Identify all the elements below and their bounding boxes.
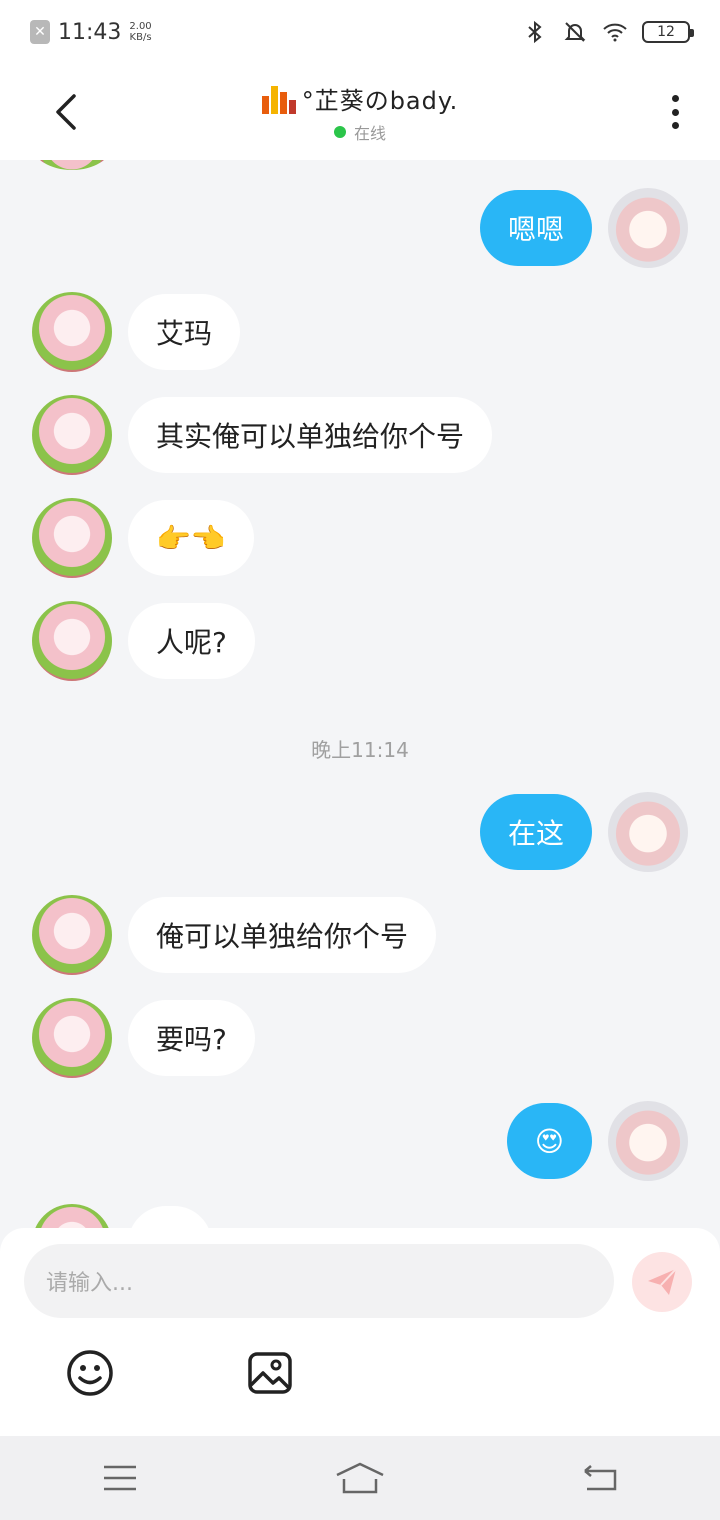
message-row: 在这 [479, 792, 688, 872]
message-bubble[interactable]: 嗯嗯 [479, 190, 592, 266]
message-bubble[interactable]: 👉👈 [128, 500, 254, 576]
message-bubble[interactable]: 在这 [479, 794, 592, 870]
message-row: 艾玛 [32, 292, 241, 372]
input-bar: 请输入... [0, 1228, 720, 1436]
avatar[interactable] [32, 895, 112, 975]
emoji-icon[interactable] [65, 1348, 115, 1398]
avatar[interactable] [32, 998, 112, 1078]
message-bubble[interactable]: 人呢? [128, 603, 255, 679]
image-icon[interactable] [245, 1348, 295, 1398]
message-row: 👉👈 [32, 498, 254, 578]
time-divider: 晚上11:14 [311, 738, 409, 762]
message-bubble[interactable]: 俺可以单独给你个号 [128, 897, 437, 973]
message-row [32, 1204, 212, 1228]
avatar[interactable] [32, 160, 112, 170]
notification-close-icon: ✕ [30, 20, 50, 44]
mute-bell-icon [562, 19, 588, 45]
menu-icon[interactable] [95, 1458, 145, 1498]
message-input[interactable]: 请输入... [24, 1244, 614, 1318]
status-time: 11:43 [58, 19, 122, 45]
message-bubble[interactable]: 要吗? [128, 1000, 255, 1076]
online-status: 在线 [333, 120, 386, 144]
avatar[interactable] [32, 395, 112, 475]
avatar[interactable] [32, 498, 112, 578]
message-row: 😍 [506, 1101, 688, 1181]
chat-title: °芷葵のbady. [301, 86, 459, 115]
avatar[interactable] [32, 1204, 112, 1228]
back-icon[interactable] [575, 1458, 625, 1498]
system-nav-bar [0, 1436, 720, 1520]
send-icon[interactable] [632, 1252, 692, 1312]
message-bubble[interactable] [128, 1206, 212, 1228]
online-dot-icon [333, 125, 346, 138]
city-logo-icon [261, 82, 298, 114]
wifi-icon [602, 19, 628, 45]
network-speed: 2.00 KB/s [129, 21, 152, 43]
chat-header: °芷葵のbady. 在线 [0, 64, 720, 160]
message-bubble[interactable]: 😍 [506, 1103, 592, 1179]
message-row: 人呢? [32, 601, 255, 681]
status-bar: ✕ 11:43 2.00 KB/s 12 [0, 0, 720, 64]
message-row: 俺可以单独给你个号 [32, 895, 437, 975]
home-icon[interactable] [335, 1458, 385, 1498]
avatar[interactable] [32, 601, 112, 681]
message-row: 嗯嗯 [479, 188, 688, 268]
avatar[interactable] [608, 792, 688, 872]
message-bubble[interactable]: 其实俺可以单独给你个号 [128, 397, 493, 473]
message-row: 要吗? [32, 998, 255, 1078]
bluetooth-icon [522, 19, 548, 45]
more-vertical-icon[interactable] [660, 92, 690, 132]
back-arrow-icon[interactable] [46, 90, 86, 134]
message-bubble[interactable]: 艾玛 [128, 294, 241, 370]
message-list[interactable]: 嗯嗯 艾玛 其实俺可以单独给你个号 👉👈 人呢? 晚上11:14 在这 俺可以单… [0, 160, 720, 1228]
message-row: 其实俺可以单独给你个号 [32, 395, 493, 475]
battery-icon: 12 [642, 21, 694, 43]
avatar[interactable] [608, 1101, 688, 1181]
avatar[interactable] [608, 188, 688, 268]
message-row [32, 160, 112, 170]
avatar[interactable] [32, 292, 112, 372]
